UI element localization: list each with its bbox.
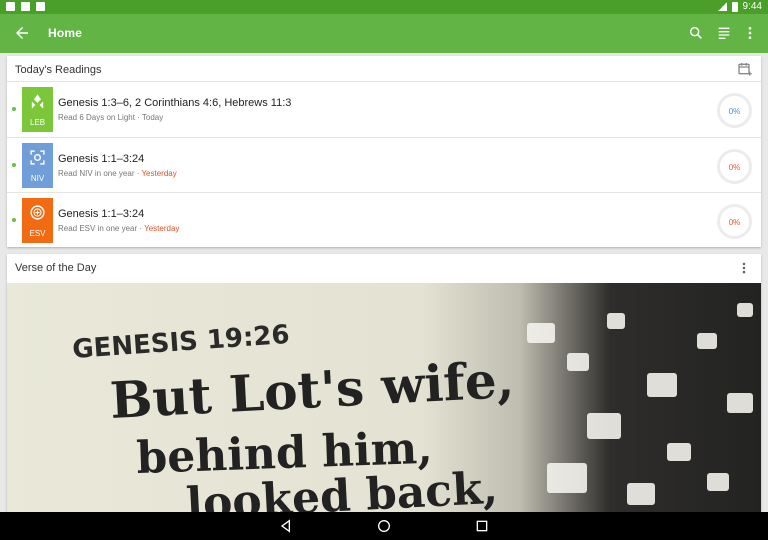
reading-title: Genesis 1:1–3:24: [58, 208, 145, 221]
version-badge: NIV: [22, 142, 53, 188]
reading-due: Yesterday: [141, 168, 177, 178]
reading-subtitle: Read ESV in one year · Yesterday: [58, 224, 179, 233]
seal-icon: [30, 205, 45, 220]
more-vert-icon[interactable]: [742, 25, 758, 41]
status-bar: 9:44: [0, 0, 768, 14]
card-header: Verse of the Day: [7, 254, 761, 280]
notification-icon: [6, 2, 15, 11]
nav-home-icon[interactable]: [376, 518, 392, 534]
notification-icon: [36, 2, 45, 11]
page-title: Home: [48, 26, 83, 40]
progress-label: 0%: [728, 218, 741, 228]
reading-due: Today: [141, 113, 164, 122]
calendar-add-icon[interactable]: [737, 61, 753, 77]
reading-item[interactable]: NIV Genesis 1:1–3:24 Read NIV in one yea…: [7, 138, 761, 194]
badge-label: LEB: [29, 118, 46, 127]
light-icon: [31, 94, 44, 109]
verse-of-the-day-card: Verse of the Day GENESIS 19:26 But Lot's…: [7, 254, 761, 512]
plan-name: Read 6 Days on Light ·: [58, 113, 142, 122]
progress-ring: 0%: [717, 93, 752, 128]
plan-name: Read ESV in one year ·: [58, 224, 145, 234]
unread-dot: [12, 162, 16, 167]
card-title: Verse of the Day: [15, 262, 97, 274]
reading-item[interactable]: LEB Genesis 1:3–6, 2 Corinthians 4:6, He…: [7, 82, 761, 138]
progress-ring: 0%: [717, 204, 752, 240]
reading-subtitle: Read NIV in one year · Yesterday: [58, 169, 177, 178]
badge-label: NIV: [30, 173, 45, 183]
card-header: Today's Readings: [7, 56, 761, 82]
reading-title: Genesis 1:3–6, 2 Corinthians 4:6, Hebrew…: [58, 97, 292, 109]
badge-label: ESV: [29, 229, 46, 239]
progress-ring: 0%: [717, 148, 752, 184]
reading-item[interactable]: ESV Genesis 1:1–3:24 Read ESV in one yea…: [7, 193, 761, 249]
unread-dot: [12, 218, 16, 223]
battery-icon: [731, 1, 738, 12]
card-title: Today's Readings: [15, 64, 102, 76]
focus-icon: [30, 150, 45, 165]
reading-list-icon[interactable]: [716, 25, 732, 41]
verse-line: But Lot's wife,: [109, 350, 516, 430]
progress-label: 0%: [728, 107, 741, 116]
notification-icons: [6, 2, 45, 11]
search-icon[interactable]: [688, 25, 704, 41]
more-vert-icon[interactable]: [737, 260, 751, 276]
status-clock: 9:44: [742, 1, 762, 12]
reading-due: Yesterday: [144, 224, 180, 234]
version-badge: ESV: [22, 198, 53, 244]
verse-image[interactable]: GENESIS 19:26 But Lot's wife, behind him…: [7, 283, 761, 512]
notification-icon: [21, 2, 30, 11]
nav-back-icon[interactable]: [278, 518, 294, 534]
back-arrow-icon[interactable]: [13, 24, 31, 42]
navigation-bar: [0, 512, 768, 540]
version-badge: LEB: [22, 87, 53, 132]
reading-subtitle: Read 6 Days on Light · Today: [58, 113, 163, 122]
unread-dot: [12, 107, 16, 111]
verse-reference: GENESIS 19:26: [71, 320, 290, 365]
todays-readings-card: Today's Readings LEB Genesis 1:3–6, 2 Co…: [7, 56, 761, 247]
progress-label: 0%: [728, 162, 741, 172]
reading-title: Genesis 1:1–3:24: [58, 152, 145, 165]
verse-text-art: GENESIS 19:26 But Lot's wife, behind him…: [71, 320, 516, 512]
nav-recents-icon[interactable]: [474, 518, 490, 534]
plan-name: Read NIV in one year ·: [58, 168, 142, 178]
signal-icon: [717, 2, 727, 11]
app-bar: Home: [0, 14, 768, 53]
